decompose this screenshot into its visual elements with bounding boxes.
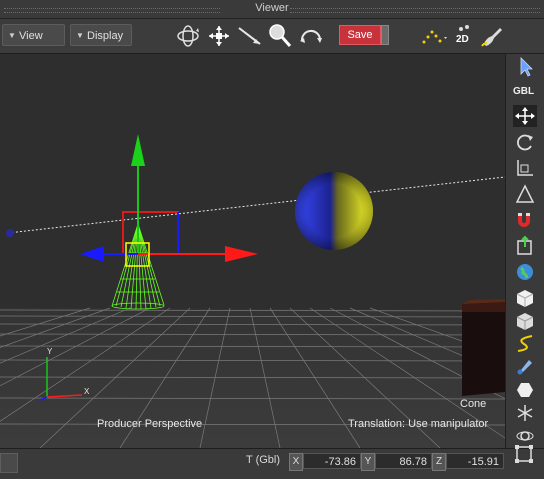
brush-icon[interactable] — [478, 22, 506, 50]
z-coord-label: Z — [432, 453, 446, 471]
title-grip-right — [290, 8, 540, 13]
box-object[interactable] — [462, 299, 505, 396]
title-bar: Viewer — [0, 0, 544, 19]
translate-manipulator[interactable] — [80, 134, 258, 267]
select-icon[interactable] — [513, 56, 537, 78]
viewer-toolbar: ▼ View ▼ Display Save 2D — [0, 19, 544, 54]
view-menu-label: View — [19, 30, 43, 42]
path-points-icon[interactable] — [420, 22, 448, 50]
export-icon[interactable] — [513, 235, 537, 257]
object-name-label: Cone — [460, 398, 487, 410]
global-mode-label: GBL — [513, 86, 535, 97]
mode-2d-label: 2D — [456, 34, 469, 45]
triad-y-label: Y — [47, 347, 53, 356]
rotate-icon[interactable] — [513, 131, 537, 153]
save-options-dropdown[interactable] — [381, 25, 389, 45]
dropper-icon[interactable] — [513, 356, 537, 378]
z-coord-field[interactable]: -15.91 — [446, 453, 504, 469]
camera-path-line — [7, 176, 505, 234]
x-coord-label: X — [289, 453, 303, 471]
x-coord-field[interactable]: -73.86 — [303, 453, 361, 469]
y-coord-label: Y — [361, 453, 375, 471]
display-menu-button[interactable]: ▼ Display — [70, 24, 132, 46]
orbit-icon[interactable] — [174, 22, 202, 50]
mode-status-label: Translation: Use manipulator — [348, 418, 489, 430]
gizmo-z-arrow[interactable] — [80, 246, 104, 262]
chevron-down-icon: ▼ — [8, 31, 16, 40]
right-toolbar: GBL — [505, 54, 544, 468]
select-arrow-icon[interactable] — [236, 22, 264, 50]
cube-alt-icon[interactable] — [513, 310, 537, 332]
status-left-field[interactable] — [0, 453, 18, 473]
nodes-icon[interactable] — [513, 402, 537, 424]
hexagon-icon[interactable] — [513, 379, 537, 401]
path-icon[interactable] — [513, 333, 537, 355]
scene-canvas[interactable] — [0, 54, 505, 448]
display-menu-label: Display — [87, 30, 124, 42]
magnet-icon[interactable] — [513, 209, 537, 231]
perspective-label: Producer Perspective — [97, 418, 203, 430]
global-mode-toggle[interactable]: GBL — [513, 82, 537, 104]
pan-icon[interactable] — [205, 22, 233, 50]
view-menu-button[interactable]: ▼ View — [2, 24, 65, 46]
status-bar: T (Gbl) X -73.86 Y 86.78 Z -15.91 — [0, 445, 544, 479]
save-button[interactable]: Save — [339, 25, 381, 45]
cube-icon[interactable] — [513, 287, 537, 309]
path-node[interactable] — [6, 229, 14, 237]
mode-2d-toggle[interactable]: 2D — [451, 22, 479, 50]
y-coord-field[interactable]: 86.78 — [375, 453, 432, 469]
triad-x-label: X — [84, 387, 90, 396]
transform-space-label: T (Gbl) — [246, 454, 281, 466]
undo-view-icon[interactable] — [297, 22, 325, 50]
skew-icon[interactable] — [513, 183, 537, 205]
scale-icon[interactable] — [513, 157, 537, 179]
zoom-icon[interactable] — [266, 22, 294, 50]
gizmo-x-arrow[interactable] — [225, 246, 258, 262]
gizmo-y-arrow[interactable] — [131, 134, 145, 166]
frame-icon[interactable] — [512, 443, 536, 465]
translate-icon[interactable] — [513, 105, 537, 127]
3d-viewport[interactable]: Y X Producer Perspective Cone Translatio… — [0, 54, 505, 448]
chevron-down-icon: ▼ — [76, 31, 84, 40]
globe-icon[interactable] — [513, 261, 537, 283]
